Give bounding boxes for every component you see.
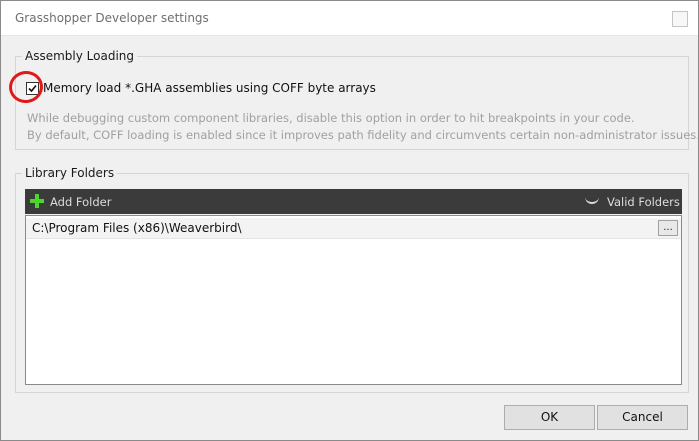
coff-loading-label[interactable]: Memory load *.GHA assemblies using COFF … [43,81,376,95]
description-line-1: While debugging custom component librari… [27,111,635,125]
library-toolbar: Add Folder Valid Folders [25,189,682,214]
browse-button[interactable]: ... [658,220,678,236]
title-bar[interactable]: Grasshopper Developer settings [1,1,698,36]
settings-dialog: Grasshopper Developer settings Assembly … [0,0,699,441]
description-line-2: By default, COFF loading is enabled sinc… [27,128,699,142]
window-title: Grasshopper Developer settings [15,11,209,25]
folder-path[interactable]: C:\Program Files (x86)\Weaverbird\ [32,221,241,235]
ok-button[interactable]: OK [504,405,595,430]
add-folder-button[interactable]: Add Folder [50,195,111,209]
valid-folders-button[interactable]: Valid Folders [607,195,680,209]
library-folders-legend: Library Folders [22,166,118,180]
assembly-loading-legend: Assembly Loading [22,49,137,63]
folder-list[interactable]: C:\Program Files (x86)\Weaverbird\ ... [25,215,682,385]
add-icon[interactable] [30,194,44,208]
cancel-button[interactable]: Cancel [597,405,688,430]
close-button[interactable] [672,11,688,27]
valid-folders-icon[interactable] [585,196,599,204]
list-item[interactable]: C:\Program Files (x86)\Weaverbird\ ... [26,218,681,239]
